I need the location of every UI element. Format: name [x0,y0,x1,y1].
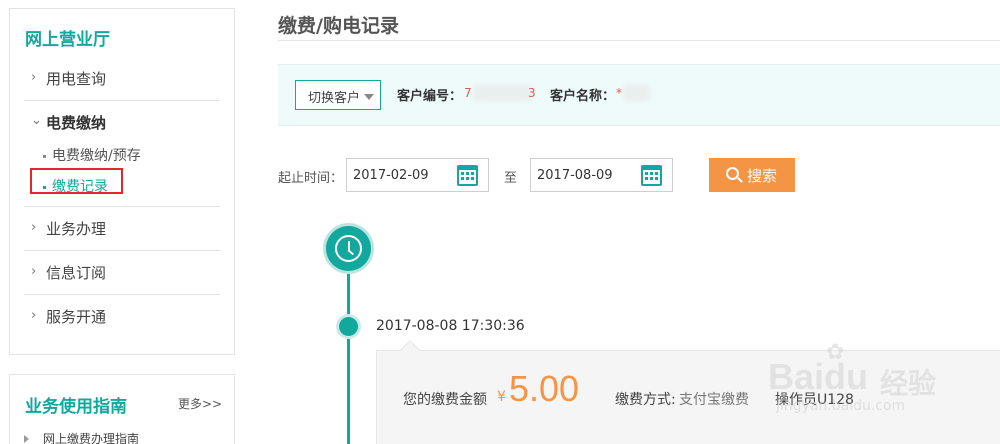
caret-down-icon [364,94,374,100]
customer-number-suffix: 3 [528,86,536,100]
customer-number-label: 客户编号： [397,89,463,104]
watermark-url: jingyan.baidu.com [776,398,906,414]
switch-customer-label: 切换客户 [308,91,361,106]
card-notch [400,340,420,360]
baidu-watermark: ✿ Baidu 经验 jingyan.baidu.com [768,340,988,420]
sidebar-item-subscription[interactable]: › 信息订阅 [24,251,220,295]
start-date-value: 2017-02-09 [353,168,429,183]
sidebar-item-label: 业务办理 [46,220,107,238]
sidebar-title: 网上营业厅 [25,30,110,50]
customer-panel: 切换客户 客户编号： 7 3 客户名称： * [278,64,1000,126]
sidebar-item-label: 服务开通 [46,308,107,326]
search-icon [726,167,739,180]
guide-item[interactable]: 网上缴费办理指南 [24,430,139,444]
chevron-right-icon: › [31,308,37,323]
sidebar-subitem-pay-prepay[interactable]: 电费缴纳/预存 [43,145,141,165]
guide-panel: 业务使用指南 更多>> 网上缴费办理指南 [9,374,235,444]
highlight-box [30,168,123,194]
customer-name-label: 客户名称： [550,89,616,104]
guide-more-link[interactable]: 更多>> [178,395,222,412]
redacted-customer-number [474,85,532,101]
chevron-right-icon: › [31,220,37,235]
switch-customer-dropdown[interactable]: 切换客户 [295,80,381,110]
sidebar-item-label: 信息订阅 [46,264,107,282]
page-title: 缴费/购电记录 [278,15,399,37]
redacted-customer-name [624,85,650,101]
divider [278,40,1000,41]
chevron-right-icon: › [31,264,37,279]
timeline-line [347,250,350,444]
search-button-label: 搜索 [747,167,778,185]
chevron-right-icon: › [31,70,37,85]
bullet-icon [43,154,46,158]
sidebar-subitem-label: 电费缴纳/预存 [52,148,141,164]
pay-method-value: 支付宝缴费 [679,392,749,408]
pay-method-label: 缴费方式: [615,392,676,408]
end-date-input[interactable]: 2017-08-09 [530,158,673,192]
calendar-icon[interactable] [641,165,662,186]
guide-item-label: 网上缴费办理指南 [43,432,140,444]
date-to-label: 至 [504,171,518,186]
sidebar-item-electricity-query[interactable]: › 用电查询 [24,57,220,101]
date-range-label: 起止时间： [278,171,344,186]
sidebar-item-label: 用电查询 [46,70,107,88]
watermark-brand-cn: 经验 [880,367,937,400]
guide-title: 业务使用指南 [25,397,127,417]
sidebar-item-business[interactable]: › 业务办理 [24,207,220,251]
sidebar-item-label: 电费缴纳 [46,114,107,132]
payment-amount: 5.00 [509,368,580,409]
customer-number-prefix: 7 [464,86,472,100]
timeline-dot [339,317,358,336]
chevron-down-icon: ⌄ [31,113,42,128]
currency-symbol: ¥ [497,389,506,405]
start-date-input[interactable]: 2017-02-09 [346,158,489,192]
watermark-brand: Baidu [768,356,869,397]
amount-label: 您的缴费金额 [403,392,487,408]
search-button[interactable]: 搜索 [709,158,795,192]
sidebar-item-service-activation[interactable]: › 服务开通 [24,295,220,339]
triangle-right-icon [24,435,29,443]
end-date-value: 2017-08-09 [537,168,613,183]
clock-icon [326,226,371,271]
record-time: 2017-08-08 17:30:36 [376,318,525,334]
customer-name-prefix: * [616,86,622,100]
calendar-icon[interactable] [457,165,478,186]
